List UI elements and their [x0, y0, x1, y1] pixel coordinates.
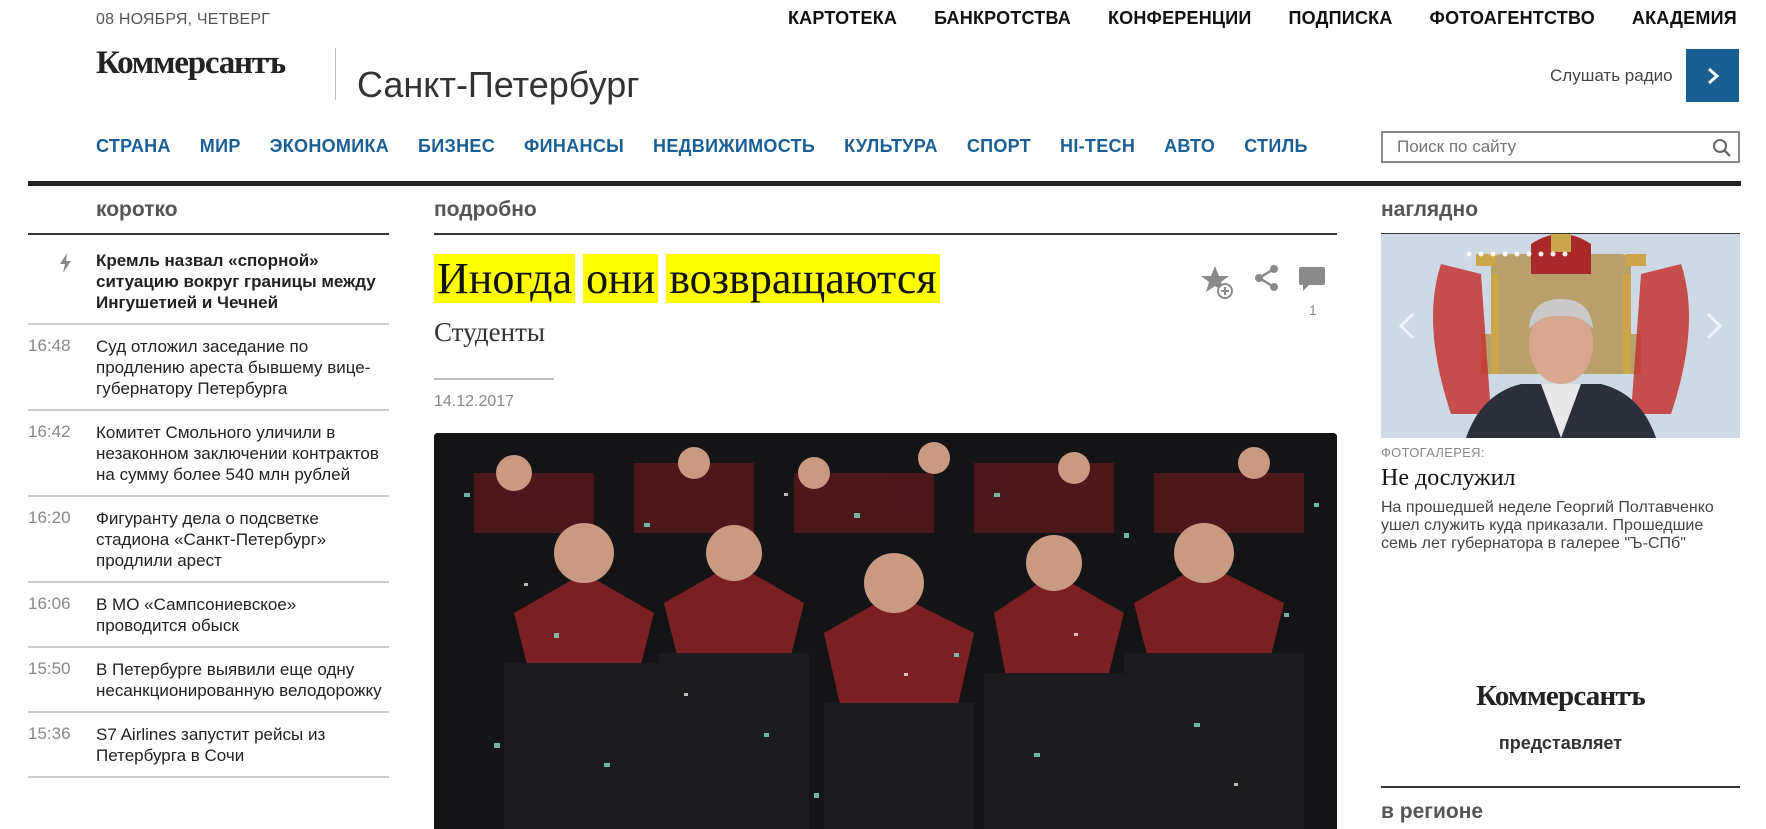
article-date: 14.12.2017: [434, 393, 515, 410]
site-logo[interactable]: Коммерсантъ: [96, 45, 286, 82]
graduates-photo: [434, 433, 1337, 829]
radio-label[interactable]: Слушать радио: [1550, 66, 1673, 86]
lightning-icon: [60, 253, 71, 273]
nav-nedvizhimost[interactable]: НЕДВИЖИМОСТЬ: [653, 136, 815, 157]
nav-sport[interactable]: СПОРТ: [967, 136, 1031, 157]
search-icon[interactable]: [1712, 138, 1732, 158]
nav-finansy[interactable]: ФИНАНСЫ: [524, 136, 624, 157]
comment-count[interactable]: 1: [1309, 302, 1317, 318]
promo-logo[interactable]: Коммерсантъ: [1381, 680, 1740, 713]
topnav-bankrotstva[interactable]: БАНКРОТСТВА: [934, 8, 1071, 29]
news-feed: Кремль назвал «спорной» ситуацию вокруг …: [28, 250, 389, 789]
nav-avto[interactable]: АВТО: [1164, 136, 1215, 157]
article-tools: [1200, 264, 1326, 300]
section-head-visual[interactable]: наглядно: [1381, 198, 1478, 222]
topnav-konferentsii[interactable]: КОНФЕРЕНЦИИ: [1108, 8, 1252, 29]
section-head-briefly[interactable]: коротко: [96, 198, 178, 222]
news-item[interactable]: 16:48 Суд отложил заседание по продлению…: [28, 336, 389, 411]
gallery-photo: [1381, 234, 1740, 438]
news-title[interactable]: S7 Airlines запустит рейсы из Петербурга…: [96, 724, 389, 766]
section-rule: [434, 233, 1337, 235]
nav-ekonomika[interactable]: ЭКОНОМИКА: [270, 136, 389, 157]
article-divider: [434, 378, 554, 380]
article-title[interactable]: Иногда они возвращаются: [434, 253, 948, 304]
title-word: возвращаются: [666, 254, 940, 303]
comment-icon[interactable]: [1298, 264, 1326, 294]
nav-hi-tech[interactable]: HI-TECH: [1060, 136, 1135, 157]
news-item[interactable]: 15:50 В Петербурге выявили еще одну неса…: [28, 659, 389, 713]
news-title[interactable]: Кремль назвал «спорной» ситуацию вокруг …: [96, 250, 389, 313]
gallery-title[interactable]: Не дослужил: [1381, 465, 1516, 492]
nav-biznes[interactable]: БИЗНЕС: [418, 136, 495, 157]
top-nav: КАРТОТЕКА БАНКРОТСТВА КОНФЕРЕНЦИИ ПОДПИС…: [788, 8, 1737, 29]
news-item[interactable]: 16:06 В МО «Сампсониевское» проводится о…: [28, 594, 389, 648]
photo-gallery-slider[interactable]: [1381, 234, 1740, 438]
news-item[interactable]: 15:36 S7 Airlines запустит рейсы из Пете…: [28, 724, 389, 778]
promo-subtitle: представляет: [1498, 733, 1623, 753]
news-time: 16:06: [28, 594, 71, 613]
news-item[interactable]: Кремль назвал «спорной» ситуацию вокруг …: [28, 250, 389, 325]
section-rule: [28, 233, 389, 235]
section-head-detailed[interactable]: подробно: [434, 198, 537, 222]
news-time: 15:36: [28, 724, 71, 743]
current-date: 08 НОЯБРЯ, ЧЕТВЕРГ: [96, 11, 271, 28]
news-title[interactable]: В Петербурге выявили еще одну несанкцион…: [96, 659, 389, 701]
main-nav: СТРАНА МИР ЭКОНОМИКА БИЗНЕС ФИНАНСЫ НЕДВ…: [96, 136, 1337, 157]
news-title[interactable]: В МО «Сампсониевское» проводится обыск: [96, 594, 389, 636]
search-box: [1381, 131, 1740, 163]
topnav-akademiya[interactable]: АКАДЕМИЯ: [1632, 8, 1737, 29]
nav-stil[interactable]: СТИЛЬ: [1244, 136, 1308, 157]
news-title[interactable]: Фигуранту дела о подсветке стадиона «Сан…: [96, 508, 389, 571]
share-icon[interactable]: [1254, 264, 1280, 292]
news-item[interactable]: 16:42 Комитет Смольного уличили в незако…: [28, 422, 389, 497]
section-rule: [1381, 786, 1740, 788]
radio-play-button[interactable]: [1686, 49, 1739, 102]
nav-mir[interactable]: МИР: [200, 136, 241, 157]
nav-kultura[interactable]: КУЛЬТУРА: [844, 136, 938, 157]
play-icon: [1707, 67, 1719, 84]
topnav-fotoagentstvo[interactable]: ФОТОАГЕНТСТВО: [1430, 8, 1595, 29]
topnav-kartoteka[interactable]: КАРТОТЕКА: [788, 8, 897, 29]
title-word: Иногда: [434, 254, 576, 303]
news-time: 16:20: [28, 508, 71, 527]
nav-strana[interactable]: СТРАНА: [96, 136, 171, 157]
topnav-podpiska[interactable]: ПОДПИСКА: [1289, 8, 1393, 29]
title-word: они: [583, 254, 659, 303]
article-rubric: Студенты: [434, 317, 546, 347]
logo-divider: [335, 48, 336, 100]
section-head-region[interactable]: в регионе: [1381, 800, 1483, 824]
gallery-kicker: ФОТОГАЛЕРЕЯ:: [1381, 445, 1485, 460]
gallery-lead[interactable]: На прошедшей неделе Георгий Полтавченко …: [1381, 499, 1741, 553]
region-title[interactable]: Санкт-Петербург: [357, 64, 639, 106]
gallery-dots: [1466, 251, 1568, 257]
article-photo[interactable]: [434, 433, 1337, 829]
header-divider: [28, 181, 1741, 186]
add-favorite-icon[interactable]: [1200, 264, 1236, 300]
news-title[interactable]: Суд отложил заседание по продлению арест…: [96, 336, 389, 399]
news-title[interactable]: Комитет Смольного уличили в незаконном з…: [96, 422, 389, 485]
news-time: 16:42: [28, 422, 71, 441]
news-time: 15:50: [28, 659, 71, 678]
news-time: 16:48: [28, 336, 71, 355]
search-input[interactable]: [1383, 133, 1693, 161]
news-item[interactable]: 16:20 Фигуранту дела о подсветке стадион…: [28, 508, 389, 583]
